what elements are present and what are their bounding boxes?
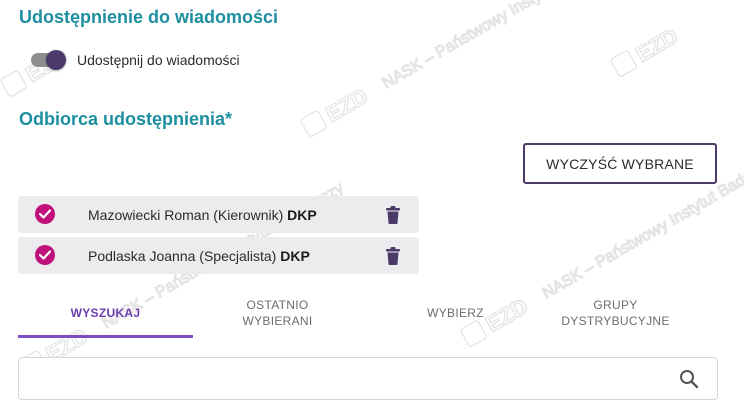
svg-text:EZD: EZD — [632, 23, 683, 67]
svg-text:NASK – Państwowy Instytut Bada: NASK – Państwowy Instytut Badawczy — [379, 0, 626, 92]
selected-recipients-list: Mazowiecki Roman (Kierownik) DKP Podlask… — [18, 196, 419, 278]
share-toggle[interactable] — [31, 50, 66, 70]
tab-recent[interactable]: OSTATNIO WYBIERANI — [210, 290, 345, 336]
clear-selected-button[interactable]: WYCZYŚĆ WYBRANE — [523, 143, 717, 184]
recipient-text: Podlaska Joanna (Specjalista) DKP — [88, 248, 310, 264]
toggle-knob — [46, 50, 66, 70]
recipient-tabs: WYSZUKAJ OSTATNIO WYBIERANI WYBIERZ GRUP… — [18, 290, 718, 338]
recipient-item: Mazowiecki Roman (Kierownik) DKP — [18, 196, 419, 233]
search-box — [18, 357, 718, 400]
trash-icon[interactable] — [385, 247, 401, 265]
share-toggle-label: Udostępnij do wiadomości — [77, 52, 240, 68]
recipient-item: Podlaska Joanna (Specjalista) DKP — [18, 237, 419, 274]
search-input[interactable] — [29, 366, 673, 394]
tab-distribution-groups[interactable]: GRUPY DYSTRYBUCYJNE — [548, 290, 683, 336]
share-toggle-row: Udostępnij do wiadomości — [31, 50, 240, 70]
recipient-name: Podlaska Joanna (Specjalista) — [88, 247, 277, 264]
recipient-name: Mazowiecki Roman (Kierownik) — [88, 206, 284, 223]
svg-text:EZD: EZD — [322, 83, 373, 127]
trash-icon[interactable] — [385, 206, 401, 224]
search-icon[interactable] — [679, 369, 699, 389]
recipient-text: Mazowiecki Roman (Kierownik) DKP — [88, 207, 317, 223]
tab-select[interactable]: WYBIERZ — [388, 290, 523, 336]
recipient-section-title: Odbiorca udostępnienia* — [19, 109, 233, 129]
tab-search[interactable]: WYSZUKAJ — [18, 290, 193, 336]
recipient-unit: DKP — [280, 247, 310, 264]
check-circle-icon — [35, 204, 55, 224]
recipient-unit: DKP — [287, 206, 317, 223]
check-circle-icon — [35, 245, 55, 265]
active-tab-indicator — [18, 335, 193, 338]
sharing-section-title: Udostępnienie do wiadomości — [19, 7, 279, 27]
